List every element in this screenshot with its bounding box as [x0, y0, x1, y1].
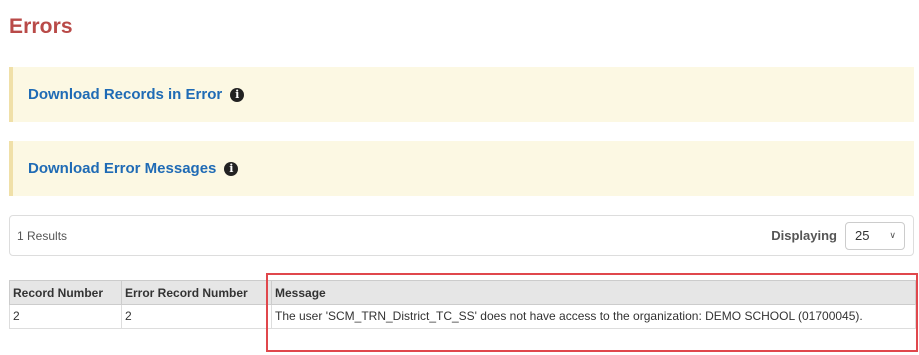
download-messages-link[interactable]: Download Error Messages — [28, 160, 216, 177]
info-icon[interactable]: i — [230, 87, 245, 102]
column-header-error-record-number[interactable]: Error Record Number — [121, 280, 272, 305]
download-records-link[interactable]: Download Records in Error — [28, 86, 222, 103]
results-count: 1 Results — [17, 228, 68, 243]
table-row: 2 2 The user 'SCM_TRN_District_TC_SS' do… — [9, 304, 916, 329]
cell-message: The user 'SCM_TRN_District_TC_SS' does n… — [271, 304, 916, 329]
display-label: Displaying — [771, 228, 837, 243]
cell-error-record-number: 2 — [121, 304, 272, 329]
cell-record-number: 2 — [9, 304, 122, 329]
results-bar: 1 Results Displaying 25 ∨ — [9, 215, 914, 256]
download-records-callout: Download Records in Error i — [9, 67, 914, 122]
page-size-value: 25 — [855, 228, 870, 243]
page-title: Errors — [9, 15, 73, 38]
info-icon[interactable]: i — [224, 161, 239, 176]
table-header-row: Record Number Error Record Number Messag… — [9, 280, 916, 305]
column-header-message[interactable]: Message — [271, 280, 916, 305]
errors-table: Record Number Error Record Number Messag… — [9, 280, 916, 329]
column-header-record-number[interactable]: Record Number — [9, 280, 122, 305]
page-size-select[interactable]: 25 ∨ — [845, 221, 905, 250]
display-control: Displaying 25 ∨ — [771, 221, 905, 250]
chevron-down-icon: ∨ — [889, 230, 896, 240]
download-messages-callout: Download Error Messages i — [9, 141, 914, 196]
